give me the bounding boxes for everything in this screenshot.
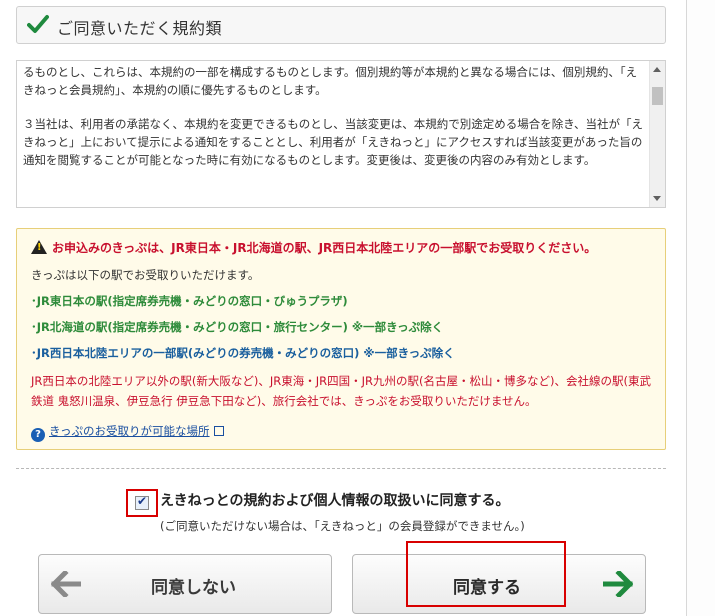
pickup-notice-box: お申込みのきっぷは、JR東日本・JR北海道の駅、JR西日本北陸エリアの一部駅でお…	[16, 228, 666, 450]
pickup-intro: きっぷは以下の駅でお受取りいただけます。	[31, 268, 260, 282]
pickup-station-west: ･JR西日本北陸エリアの一部駅(みどりの券売機・みどりの窓口) ※一部きっぷ除く	[31, 346, 455, 360]
checkmark-icon	[27, 15, 49, 33]
scroll-thumb[interactable]	[652, 87, 663, 105]
agree-checkbox[interactable]	[135, 494, 149, 510]
terms-paragraph: るものとし、これらは、本規約の一部を構成するものとします。個別規約等が本規約と異…	[23, 65, 638, 97]
disagree-label: 同意しない	[151, 578, 236, 598]
pickup-station-east: ･JR東日本の駅(指定席券売機・みどりの窓口・びゅうプラザ)	[31, 294, 348, 308]
arrow-right-icon	[603, 571, 633, 597]
section-header: ご同意いただく規約類	[16, 6, 666, 44]
section-title: ご同意いただく規約類	[57, 19, 223, 38]
warning-icon	[31, 240, 47, 254]
help-icon: ?	[31, 428, 45, 442]
scroll-down-arrow-icon[interactable]	[653, 196, 661, 201]
agree-label[interactable]: えきねっとの規約および個人情報の取扱いに同意する。	[160, 490, 509, 510]
pickup-warning: お申込みのきっぷは、JR東日本・JR北海道の駅、JR西日本北陸エリアの一部駅でお…	[31, 239, 596, 256]
pickup-warning-text: お申込みのきっぷは、JR東日本・JR北海道の駅、JR西日本北陸エリアの一部駅でお…	[52, 241, 597, 255]
terms-scroll-box[interactable]: るものとし、これらは、本規約の一部を構成するものとします。個別規約等が本規約と異…	[16, 60, 666, 208]
disagree-button[interactable]: 同意しない	[38, 554, 332, 614]
agree-button[interactable]: 同意する	[352, 554, 646, 614]
terms-paragraph: ３当社は、利用者の承諾なく、本規約を変更できるものとし、当該変更は、本規約で別途…	[23, 117, 643, 167]
page-margin	[687, 0, 715, 616]
agree-note: (ご同意いただけない場合は、「えきねっと」の会員登録ができません。)	[160, 519, 525, 533]
pickup-caution: JR西日本の北陸エリア以外の駅(新大阪など)、JR東海・JR四国・JR九州の駅(…	[31, 374, 651, 408]
terms-text: るものとし、これらは、本規約の一部を構成するものとします。個別規約等が本規約と異…	[23, 63, 645, 185]
terms-scrollbar[interactable]	[649, 61, 665, 207]
agree-checkbox-frame	[126, 489, 158, 517]
divider	[16, 468, 666, 469]
agree-button-label: 同意する	[453, 578, 521, 598]
external-link-icon	[213, 426, 224, 436]
help-row: ? きっぷのお受取りが可能な場所	[31, 423, 224, 442]
pickup-locations-link[interactable]: きっぷのお受取りが可能な場所	[49, 424, 210, 438]
arrow-left-icon	[51, 571, 81, 597]
pickup-station-hokkaido: ･JR北海道の駅(指定席券売機・みどりの窓口・旅行センター) ※一部きっぷ除く	[31, 320, 444, 334]
scroll-up-arrow-icon[interactable]	[653, 67, 661, 72]
